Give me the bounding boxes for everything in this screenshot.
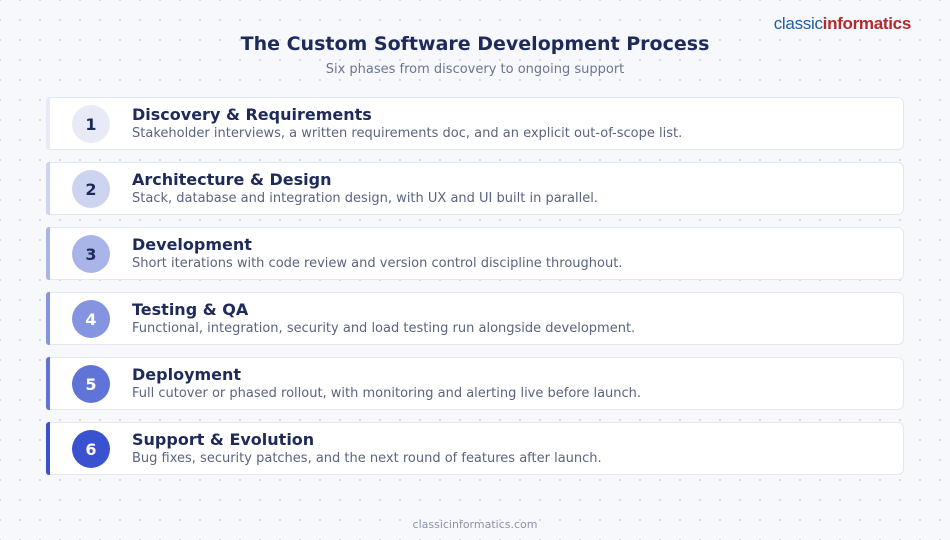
step-description: Bug fixes, security patches, and the nex… xyxy=(132,451,602,466)
step-card: 4 Testing & QA Functional, integration, … xyxy=(46,292,904,345)
step-title: Discovery & Requirements xyxy=(132,105,372,124)
step-title: Testing & QA xyxy=(132,300,249,319)
step-number-badge: 3 xyxy=(72,235,110,273)
step-title: Development xyxy=(132,235,252,254)
step-description: Full cutover or phased rollout, with mon… xyxy=(132,386,642,401)
step-title: Deployment xyxy=(132,365,242,384)
step-accent-bar xyxy=(46,422,50,475)
step-card: 2 Architecture & Design Stack, database … xyxy=(46,162,904,215)
step-description: Functional, integration, security and lo… xyxy=(132,321,636,336)
step-accent-bar xyxy=(46,292,50,345)
step-description: Short iterations with code review and ve… xyxy=(132,256,623,271)
step-description: Stack, database and integration design, … xyxy=(132,191,598,206)
step-accent-bar xyxy=(46,97,50,150)
brand-logo: classicinformatics xyxy=(773,14,912,34)
brand-logo-part2: informatics xyxy=(822,14,912,33)
brand-logo-part1: classic xyxy=(773,14,823,33)
step-number-badge: 1 xyxy=(72,105,110,143)
step-number-badge: 6 xyxy=(72,430,110,468)
step-card: 1 Discovery & Requirements Stakeholder i… xyxy=(46,97,904,150)
step-accent-bar xyxy=(46,162,50,215)
step-accent-bar xyxy=(46,357,50,410)
process-steps: 1 Discovery & Requirements Stakeholder i… xyxy=(46,97,904,487)
step-card: 3 Development Short iterations with code… xyxy=(46,227,904,280)
page-title: The Custom Software Development Process xyxy=(240,33,710,55)
step-number-badge: 4 xyxy=(72,300,110,338)
step-card: 5 Deployment Full cutover or phased roll… xyxy=(46,357,904,410)
step-accent-bar xyxy=(46,227,50,280)
step-description: Stakeholder interviews, a written requir… xyxy=(132,126,683,141)
page-subtitle: Six phases from discovery to ongoing sup… xyxy=(325,62,625,77)
step-number-badge: 2 xyxy=(72,170,110,208)
step-title: Architecture & Design xyxy=(132,170,332,189)
footer-url: classicinformatics.com xyxy=(412,518,538,531)
step-card: 6 Support & Evolution Bug fixes, securit… xyxy=(46,422,904,475)
step-number-badge: 5 xyxy=(72,365,110,403)
step-title: Support & Evolution xyxy=(132,430,315,449)
